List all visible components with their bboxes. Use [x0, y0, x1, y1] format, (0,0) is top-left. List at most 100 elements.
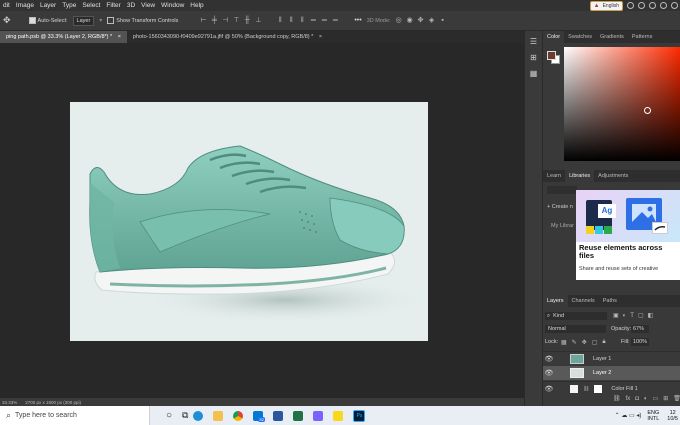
tab-gradients[interactable]: Gradients	[596, 31, 628, 43]
lock-image-icon[interactable]: ✎	[572, 339, 577, 346]
pixel-filter-icon[interactable]: ▣	[613, 312, 619, 319]
auto-select-dropdown[interactable]: Layer	[72, 15, 95, 26]
tab-adjustments[interactable]: Adjustments	[594, 170, 632, 182]
sticky-notes-icon[interactable]	[333, 410, 344, 421]
auto-select-checkbox[interactable]: Auto-Select:	[28, 16, 68, 24]
lock-all-icon[interactable]: 🔒︎	[602, 339, 605, 346]
layer-filter-dropdown[interactable]: ⌕ Kind	[545, 312, 607, 320]
more-options-button[interactable]: •••	[354, 17, 361, 24]
photoshop-icon[interactable]: Ps	[353, 409, 366, 422]
create-library-button[interactable]: + Create n	[547, 204, 573, 210]
file-explorer-icon[interactable]	[213, 410, 224, 421]
type-filter-icon[interactable]: T	[630, 313, 634, 319]
blend-mode-dropdown[interactable]: Normal	[545, 325, 606, 333]
shape-filter-icon[interactable]: ▢	[638, 312, 644, 319]
close-icon[interactable]: ×	[319, 34, 322, 40]
adjustment-filter-icon[interactable]: ◐	[623, 313, 627, 319]
foreground-color-swatch[interactable]	[547, 51, 556, 60]
tab-layer-2-doc[interactable]: ping path.psb @ 33.3% (Layer 2, RGB/8*) …	[0, 31, 127, 43]
lock-artboard-icon[interactable]: ▢	[592, 339, 598, 346]
tab-channels[interactable]: Channels	[568, 295, 599, 307]
menu-filter[interactable]: Filter	[103, 2, 123, 9]
distribute-bottom-icon[interactable]: ═	[332, 17, 338, 24]
layer-row-layer-1[interactable]: 👁︎ Layer 1	[543, 351, 680, 366]
layer-name[interactable]: Color Fill 1	[611, 386, 637, 392]
scale-icon[interactable]: ▪	[440, 17, 446, 24]
visibility-eye-icon[interactable]: 👁︎	[543, 355, 555, 363]
color-picker-handle[interactable]	[644, 107, 651, 114]
lock-transparent-icon[interactable]: ▦	[561, 339, 567, 346]
properties-icon[interactable]: ⊞	[529, 53, 539, 63]
adjustment-icon[interactable]: ◐	[644, 396, 648, 402]
library-search-field[interactable]	[547, 186, 577, 194]
layer-name[interactable]: Layer 2	[593, 370, 611, 376]
mail-icon[interactable]: 52	[253, 410, 265, 422]
folder-icon[interactable]: ▭	[653, 395, 659, 402]
orbit-icon[interactable]: ◎	[396, 17, 402, 24]
align-top-icon[interactable]: ⊤	[233, 17, 239, 24]
visibility-eye-icon[interactable]: 👁︎	[543, 369, 555, 377]
distribute-middle-icon[interactable]: ═	[321, 17, 327, 24]
tab-swatches[interactable]: Swatches	[564, 31, 596, 43]
link-layers-icon[interactable]: ⛓	[613, 395, 621, 402]
language-switcher[interactable]: ▲ English	[589, 0, 623, 11]
libraries-icon[interactable]: ▦	[529, 69, 539, 79]
tab-patterns[interactable]: Patterns	[628, 31, 656, 43]
tab-photo-doc[interactable]: photo-1560343090-f0409e92791a.jfif @ 50%…	[127, 31, 328, 43]
pan-icon[interactable]: ✥	[418, 17, 424, 24]
search-icon[interactable]	[660, 2, 667, 9]
layer-row-color-fill-1[interactable]: 👁︎ ⛓ Color Fill 1	[543, 381, 680, 396]
share-icon[interactable]	[649, 2, 656, 9]
task-view-icon[interactable]: ⧉	[182, 410, 188, 421]
distribute-left-icon[interactable]: ‖	[277, 17, 283, 24]
tab-layers[interactable]: Layers	[543, 295, 568, 307]
layer-name[interactable]: Layer 1	[593, 356, 611, 362]
input-language[interactable]: ENG INTL	[647, 410, 659, 422]
align-bottom-icon[interactable]: ⊥	[255, 17, 261, 24]
color-field[interactable]	[564, 47, 680, 161]
menu-select[interactable]: Select	[79, 2, 103, 9]
slide-icon[interactable]: ◈	[429, 17, 435, 24]
zoom-readout[interactable]: 33.33%	[2, 400, 17, 405]
fg-bg-swatches[interactable]	[547, 51, 560, 64]
fill-field[interactable]: 100%	[631, 338, 649, 346]
edge-icon[interactable]	[193, 410, 204, 421]
lock-position-icon[interactable]: ✥	[582, 339, 587, 346]
new-layer-icon[interactable]: ⊞	[663, 395, 668, 402]
mask-icon[interactable]: ◘	[635, 396, 639, 402]
excel-icon[interactable]	[293, 410, 304, 421]
help-icon[interactable]	[627, 2, 634, 9]
menu-3d[interactable]: 3D	[124, 2, 138, 9]
document-canvas[interactable]	[70, 102, 428, 341]
align-left-icon[interactable]: ⊢	[200, 17, 206, 24]
layer-row-layer-2[interactable]: 👁︎ Layer 2	[543, 366, 680, 380]
word-icon[interactable]	[273, 410, 284, 421]
align-center-icon[interactable]: ╪	[211, 17, 217, 24]
menu-type[interactable]: Type	[59, 2, 79, 9]
opacity-field[interactable]: 67%	[631, 325, 649, 333]
show-transform-checkbox[interactable]: Show Transform Controls	[107, 16, 178, 24]
menu-layer[interactable]: Layer	[37, 2, 59, 9]
workspace-icon[interactable]	[671, 2, 678, 9]
taskbar-search[interactable]: ⌕ Type here to search	[0, 406, 150, 425]
menu-window[interactable]: Window	[158, 2, 187, 9]
teams-icon[interactable]	[313, 410, 324, 421]
smart-filter-icon[interactable]: ◧	[648, 312, 654, 319]
menu-edit[interactable]: dit	[0, 2, 13, 9]
tab-libraries[interactable]: Libraries	[565, 170, 595, 182]
my-library-label[interactable]: My Librar	[551, 223, 574, 229]
align-middle-icon[interactable]: ╫	[244, 17, 250, 24]
distribute-top-icon[interactable]: ═	[310, 17, 316, 24]
tab-learn[interactable]: Learn	[543, 170, 565, 182]
fx-icon[interactable]: fx	[626, 396, 631, 402]
cortana-icon[interactable]: ○	[166, 410, 172, 421]
menu-view[interactable]: View	[138, 2, 158, 9]
menu-image[interactable]: Image	[13, 2, 37, 9]
menu-help[interactable]: Help	[187, 2, 206, 9]
distribute-center-icon[interactable]: ‖	[288, 17, 294, 24]
align-right-icon[interactable]: ⊣	[222, 17, 228, 24]
trash-icon[interactable]: 🗑︎	[673, 395, 680, 402]
clock[interactable]: 12 10/5	[667, 410, 678, 422]
tab-color[interactable]: Color	[543, 31, 565, 43]
history-icon[interactable]: ☰	[529, 37, 539, 47]
